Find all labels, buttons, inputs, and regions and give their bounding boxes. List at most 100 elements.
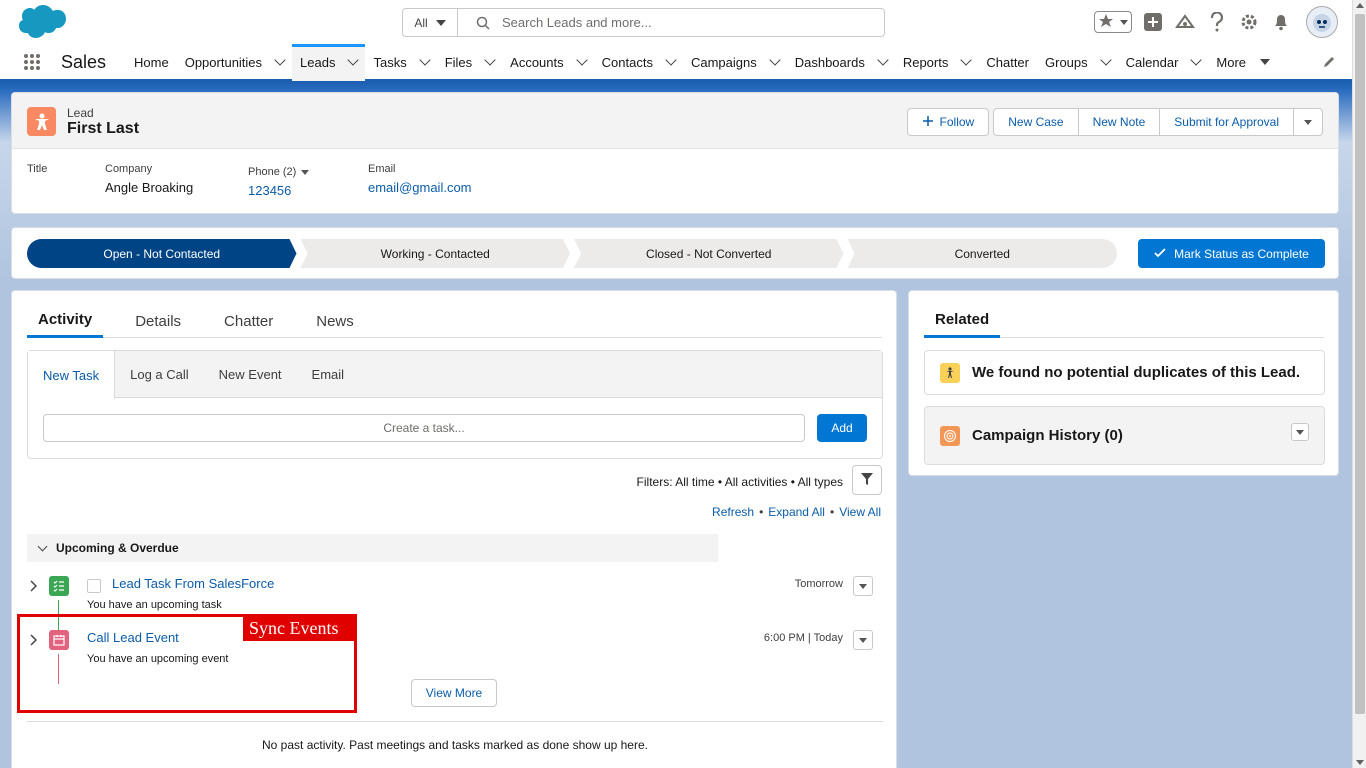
tab-news[interactable]: News xyxy=(305,304,365,338)
view-more-button[interactable]: View More xyxy=(411,679,497,707)
nav-item-dashboards[interactable]: Dashboards xyxy=(787,44,895,81)
add-icon[interactable] xyxy=(1142,11,1164,33)
event-actions-dropdown[interactable] xyxy=(853,630,873,650)
chevron-down-icon xyxy=(1296,429,1304,435)
favorites-button[interactable] xyxy=(1094,11,1132,33)
path-stage[interactable]: Converted xyxy=(847,239,1117,268)
trailhead-icon[interactable] xyxy=(1174,11,1196,33)
nav-item-campaigns[interactable]: Campaigns xyxy=(683,44,787,81)
notifications-bell-icon[interactable] xyxy=(1270,11,1292,33)
tab-related[interactable]: Related xyxy=(924,304,1001,338)
section-title: Upcoming & Overdue xyxy=(56,541,179,555)
field-company: Company Angle Broaking xyxy=(105,163,248,198)
help-icon[interactable] xyxy=(1206,11,1228,33)
composer-tab-new-task[interactable]: New Task xyxy=(28,351,116,399)
composer-tab-email[interactable]: Email xyxy=(297,351,360,397)
global-header: All Search Leads and more... xyxy=(0,0,1352,45)
nav-item-label: Groups xyxy=(1045,54,1088,70)
new-note-button[interactable]: New Note xyxy=(1077,108,1161,136)
task-date: Tomorrow xyxy=(794,578,843,590)
nav-item-tasks[interactable]: Tasks xyxy=(365,44,436,81)
campaign-history-title[interactable]: Campaign History (0) xyxy=(972,427,1123,444)
app-launcher-icon[interactable] xyxy=(24,54,40,70)
filter-button[interactable] xyxy=(852,465,882,495)
gear-icon[interactable] xyxy=(1238,11,1260,33)
new-case-button[interactable]: New Case xyxy=(993,108,1079,136)
global-search[interactable]: All Search Leads and more... xyxy=(402,8,885,37)
nav-item-label: Accounts xyxy=(510,54,564,70)
star-icon xyxy=(1098,13,1114,32)
mark-status-label: Mark Status as Complete xyxy=(1174,246,1309,261)
tab-activity[interactable]: Activity xyxy=(27,304,104,338)
scroll-up-arrow-icon[interactable] xyxy=(1356,3,1364,8)
event-date: 6:00 PM | Today xyxy=(763,632,843,644)
record-header-top: Lead First Last Follow New Case New Note… xyxy=(12,93,1338,149)
chevron-down-icon[interactable] xyxy=(665,54,677,66)
expand-all-link[interactable]: Expand All xyxy=(768,505,825,519)
path-stage[interactable]: Working - Contacted xyxy=(301,239,571,268)
tab-chatter[interactable]: Chatter xyxy=(213,304,284,338)
phone-link[interactable]: 123456 xyxy=(248,183,368,198)
nav-item-more[interactable]: More xyxy=(1208,44,1278,81)
chevron-right-icon[interactable] xyxy=(29,580,38,595)
email-link[interactable]: email@gmail.com xyxy=(368,180,568,195)
nav-item-label: Reports xyxy=(902,54,949,70)
task-actions-dropdown[interactable] xyxy=(853,576,873,596)
chevron-down-icon[interactable] xyxy=(1190,54,1203,66)
chevron-down-icon[interactable] xyxy=(347,54,360,66)
search-input[interactable]: Search Leads and more... xyxy=(502,15,652,30)
nav-item-files[interactable]: Files xyxy=(437,44,502,81)
chevron-down-icon[interactable] xyxy=(419,54,431,66)
scroll-down-arrow-icon[interactable] xyxy=(1356,760,1364,765)
add-task-button[interactable]: Add xyxy=(817,414,867,442)
chevron-down-icon[interactable] xyxy=(960,54,973,66)
nav-item-leads[interactable]: Leads xyxy=(292,43,366,81)
search-scope-dropdown[interactable]: All xyxy=(403,9,458,36)
nav-item-contacts[interactable]: Contacts xyxy=(594,44,683,81)
task-title-link[interactable]: Lead Task From SalesForce xyxy=(112,576,274,591)
follow-button-label: Follow xyxy=(939,115,975,129)
path-stage[interactable]: Open - Not Contacted xyxy=(27,239,297,268)
create-task-input[interactable]: Create a task... xyxy=(43,414,805,442)
nav-item-chatter[interactable]: Chatter xyxy=(978,44,1037,81)
nav-item-groups[interactable]: Groups xyxy=(1037,44,1118,81)
scrollbar-thumb[interactable] xyxy=(1355,14,1365,714)
user-avatar[interactable] xyxy=(1306,6,1338,38)
page-scrollbar[interactable] xyxy=(1352,0,1366,768)
path-stage[interactable]: Closed - Not Converted xyxy=(574,239,844,268)
chevron-down-icon[interactable] xyxy=(484,54,496,66)
record-name: First Last xyxy=(67,120,140,137)
separator-dot: • xyxy=(829,505,835,519)
nav-item-opportunities[interactable]: Opportunities xyxy=(177,44,292,81)
chevron-down-icon[interactable] xyxy=(575,54,588,66)
view-all-link[interactable]: View All xyxy=(839,505,881,519)
chevron-down-icon[interactable] xyxy=(877,54,889,66)
campaign-history-dropdown[interactable] xyxy=(1291,423,1309,441)
nav-item-home[interactable]: Home xyxy=(126,44,177,81)
chevron-down-icon xyxy=(435,19,446,26)
nav-item-reports[interactable]: Reports xyxy=(895,44,979,81)
chevron-down-icon[interactable] xyxy=(1099,54,1112,66)
divider xyxy=(27,721,883,722)
chevron-down-icon[interactable] xyxy=(274,54,286,66)
phone-label[interactable]: Phone (2) xyxy=(248,166,368,178)
more-actions-button[interactable] xyxy=(1293,108,1323,136)
composer-tab-log-call[interactable]: Log a Call xyxy=(115,351,204,397)
salesforce-logo[interactable] xyxy=(12,4,66,45)
task-icon xyxy=(49,576,69,596)
composer-tab-new-event[interactable]: New Event xyxy=(204,351,297,397)
nav-item-accounts[interactable]: Accounts xyxy=(502,44,593,81)
edit-nav-pencil-icon[interactable] xyxy=(1322,55,1336,72)
nav-item-label: Contacts xyxy=(601,54,653,70)
task-complete-checkbox[interactable] xyxy=(87,579,101,593)
follow-button[interactable]: Follow xyxy=(906,108,990,136)
chevron-down-icon[interactable] xyxy=(769,54,781,66)
mark-status-complete-button[interactable]: Mark Status as Complete xyxy=(1138,239,1325,268)
refresh-link[interactable]: Refresh xyxy=(712,505,754,519)
app-name: Sales xyxy=(61,51,107,72)
nav-item-calendar[interactable]: Calendar xyxy=(1118,44,1209,81)
record-tabs: Activity Details Chatter News xyxy=(27,304,882,338)
upcoming-overdue-section-header[interactable]: Upcoming & Overdue xyxy=(27,534,718,562)
tab-details[interactable]: Details xyxy=(124,304,192,338)
submit-for-approval-button[interactable]: Submit for Approval xyxy=(1159,108,1294,136)
